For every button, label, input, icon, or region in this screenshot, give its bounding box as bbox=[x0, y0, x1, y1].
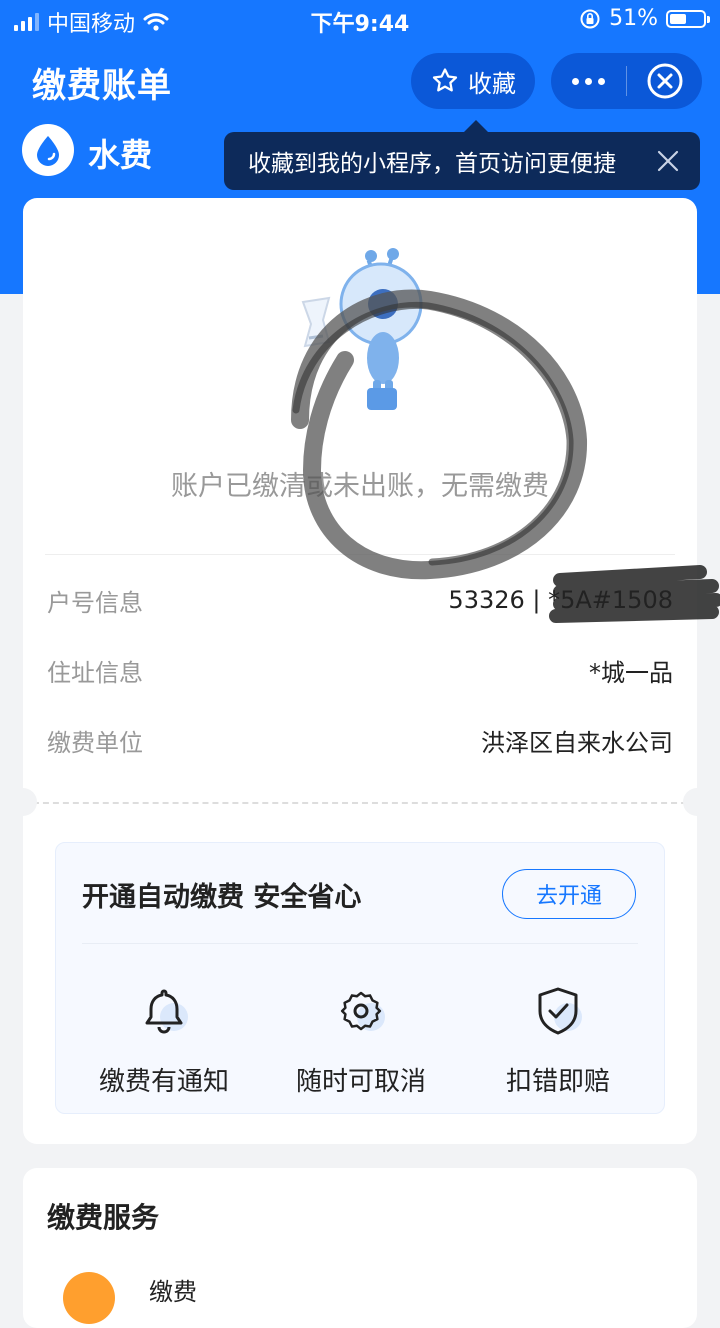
address-label: 住址信息 bbox=[47, 658, 143, 687]
feature-cancel: 随时可取消 bbox=[261, 981, 461, 1098]
address-row: 住址信息 *城一品 bbox=[47, 650, 673, 690]
address-value: *城一品 bbox=[589, 658, 673, 687]
ticket-notch-left bbox=[9, 788, 37, 816]
miniprogram-capsule bbox=[551, 53, 702, 109]
status-right: 51% bbox=[579, 6, 710, 31]
tooltip-text: 收藏到我的小程序，首页访问更便捷 bbox=[248, 151, 616, 177]
empty-state-message: 账户已缴清或未出账，无需缴费 bbox=[171, 471, 549, 502]
account-label: 户号信息 bbox=[47, 588, 143, 617]
ticket-notch-right bbox=[683, 788, 711, 816]
more-button[interactable] bbox=[551, 53, 626, 109]
account-value: 53326 | *5A#1508 bbox=[448, 586, 673, 614]
company-label: 缴费单位 bbox=[47, 728, 143, 757]
feature-compensate-label: 扣错即赔 bbox=[505, 1067, 610, 1097]
services-title: 缴费服务 bbox=[47, 1201, 160, 1234]
rotation-lock-icon bbox=[580, 9, 600, 28]
exit-button[interactable] bbox=[627, 53, 702, 109]
account-row: 户号信息 53326 | *5A#1508 bbox=[47, 580, 673, 620]
services-card: 缴费服务 缴费 bbox=[23, 1168, 697, 1328]
company-value: 洪泽区自来水公司 bbox=[481, 728, 673, 757]
autopay-panel: 开通自动缴费 安全省心 去开通 缴费有通知 随时可取消 扣错即赔 bbox=[55, 842, 665, 1114]
service-item-label[interactable]: 缴费 bbox=[149, 1272, 197, 1307]
star-icon bbox=[432, 68, 458, 92]
feature-cancel-label: 随时可取消 bbox=[295, 1067, 426, 1097]
dashed-separator bbox=[23, 802, 697, 804]
company-row: 缴费单位 洪泽区自来水公司 bbox=[47, 720, 673, 760]
section-divider bbox=[45, 554, 675, 555]
battery-percent: 51% bbox=[609, 6, 658, 31]
autopay-open-button[interactable]: 去开通 bbox=[502, 869, 636, 919]
tooltip-close-icon[interactable] bbox=[656, 149, 680, 173]
feature-notify-label: 缴费有通知 bbox=[98, 1067, 229, 1097]
favorite-tooltip: 收藏到我的小程序，首页访问更便捷 bbox=[224, 120, 700, 190]
bill-card: 账户已缴清或未出账，无需缴费 户号信息 53326 | *5A#1508 住址信… bbox=[9, 198, 711, 1144]
autopay-divider bbox=[82, 943, 638, 944]
gear-icon bbox=[331, 981, 391, 1041]
battery-icon bbox=[666, 9, 710, 28]
close-circle-icon bbox=[647, 63, 682, 99]
bell-icon bbox=[134, 981, 194, 1041]
favorite-button[interactable]: 收藏 bbox=[411, 53, 535, 109]
status-bar: 中国移动 下午9:44 51% bbox=[0, 0, 720, 40]
water-drop-logo bbox=[22, 124, 74, 176]
service-title: 水费 bbox=[88, 136, 153, 174]
autopay-title: 开通自动缴费 安全省心 bbox=[82, 882, 362, 913]
shield-check-icon bbox=[528, 981, 588, 1041]
empty-state-illustration bbox=[301, 248, 423, 410]
feature-notify: 缴费有通知 bbox=[64, 981, 264, 1098]
page-title: 缴费账单 bbox=[32, 66, 172, 106]
favorite-label: 收藏 bbox=[468, 69, 516, 98]
water-drop-icon bbox=[37, 136, 59, 166]
feature-compensate: 扣错即赔 bbox=[458, 981, 658, 1098]
